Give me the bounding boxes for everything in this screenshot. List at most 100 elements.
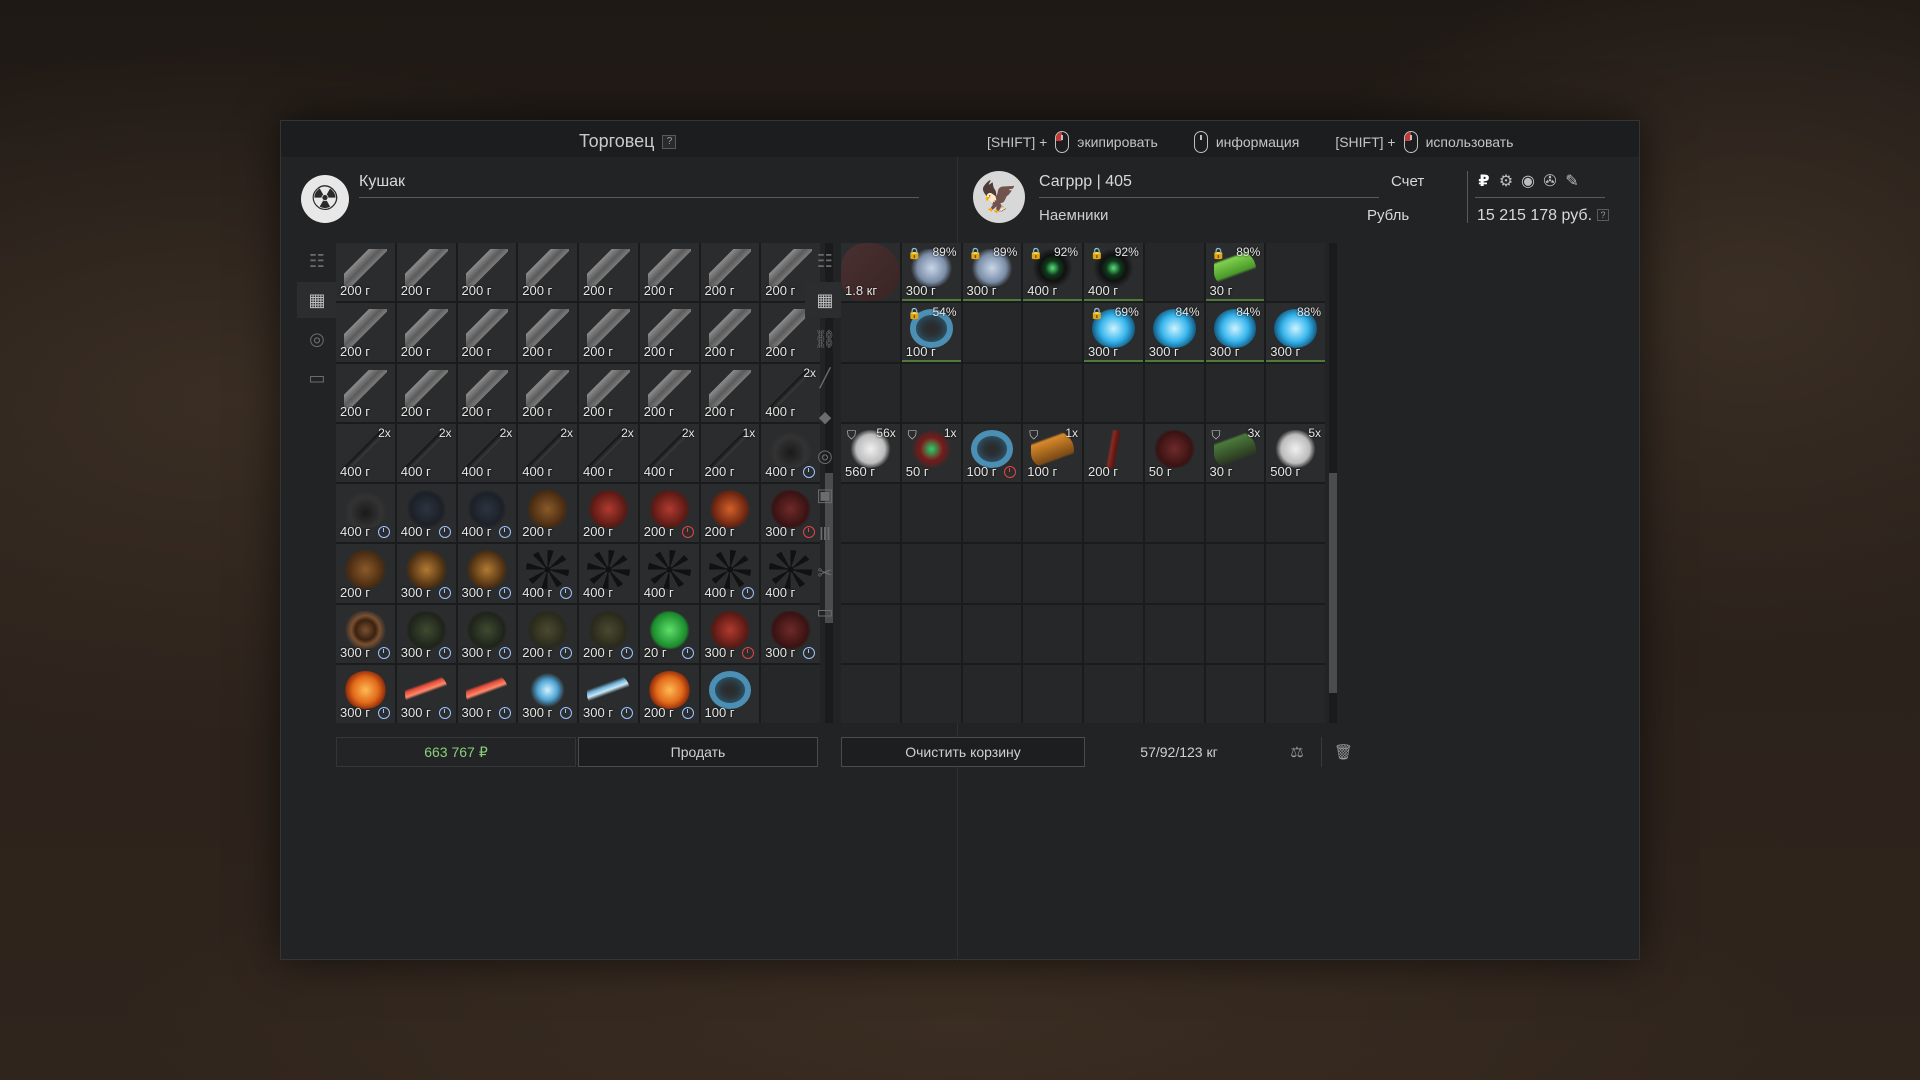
sell-button[interactable]: Продать	[578, 737, 818, 767]
trader-slot[interactable]: 200 г	[639, 664, 699, 723]
trader-slot[interactable]: 200 г	[457, 363, 517, 422]
trader-slot[interactable]: 200 г	[579, 363, 638, 422]
trader-slot[interactable]: 200 г	[579, 243, 638, 302]
trader-slot[interactable]: 300 г	[579, 664, 638, 723]
player-slot[interactable]	[1023, 604, 1082, 663]
trader-slot[interactable]: 200 г	[396, 243, 456, 302]
player-slot[interactable]	[901, 664, 961, 723]
link-icon[interactable]: ⛓	[805, 321, 845, 357]
trader-slot[interactable]: 200 г	[518, 604, 577, 663]
trader-slot[interactable]: 200 г	[396, 303, 456, 362]
trader-slot[interactable]: 400 г 2x	[579, 423, 638, 482]
trader-slot[interactable]: 400 г	[518, 544, 577, 603]
player-slot[interactable]	[1023, 484, 1082, 543]
trader-slot[interactable]	[761, 664, 820, 723]
player-slot[interactable]	[962, 664, 1022, 723]
trader-slot[interactable]: 400 г 2x	[336, 423, 395, 482]
player-slot[interactable]	[1266, 363, 1325, 422]
ammo-icon[interactable]: ⬥	[805, 399, 845, 435]
player-slot[interactable]	[962, 363, 1022, 422]
player-slot[interactable]	[1266, 664, 1325, 723]
trader-slot[interactable]: 300 г	[396, 664, 456, 723]
player-slot[interactable]	[962, 544, 1022, 603]
trader-slot[interactable]: 400 г	[396, 484, 456, 543]
clear-cart-button[interactable]: Очистить корзину	[841, 737, 1085, 767]
player-slot[interactable]	[1084, 664, 1143, 723]
player-slot[interactable]: 30 г 3x ⛉	[1205, 423, 1265, 482]
trader-slot[interactable]: 400 г 2x	[457, 423, 517, 482]
trader-slot[interactable]: 200 г	[700, 484, 760, 543]
player-slot[interactable]	[1266, 544, 1325, 603]
trader-slot[interactable]: 400 г	[639, 544, 699, 603]
player-slot[interactable]	[962, 484, 1022, 543]
trader-slot[interactable]: 200 г	[336, 363, 395, 422]
trader-slot[interactable]: 400 г 2x	[396, 423, 456, 482]
trader-slot[interactable]: 300 г	[457, 604, 517, 663]
player-slot[interactable]	[1205, 604, 1265, 663]
trash-icon[interactable]: 🗑	[1321, 737, 1365, 767]
trader-slot[interactable]: 300 г	[700, 604, 760, 663]
grid-icon[interactable]: ▦	[297, 282, 337, 318]
player-slot[interactable]	[901, 363, 961, 422]
trader-slot[interactable]: 400 г	[700, 544, 760, 603]
player-slot[interactable]: 300 г 88%	[1266, 303, 1325, 362]
player-slot[interactable]: 300 г 89% 🔒	[901, 243, 961, 302]
player-slot[interactable]	[901, 544, 961, 603]
trader-slot[interactable]: 200 г	[396, 363, 456, 422]
player-slot[interactable]	[841, 363, 900, 422]
bars-icon[interactable]: Ⅲ	[805, 516, 845, 552]
medkit-icon[interactable]: ▣	[805, 477, 845, 513]
coin-currency-icon[interactable]: ◉	[1519, 171, 1537, 191]
box-icon[interactable]: ▭	[805, 594, 845, 630]
trader-slot[interactable]: 200 г	[639, 484, 699, 543]
trader-slot[interactable]: 200 г	[457, 243, 517, 302]
can-currency-icon[interactable]: ✇	[1541, 171, 1559, 191]
trader-slot[interactable]: 200 г	[518, 484, 577, 543]
trader-slot[interactable]: 400 г 2x	[639, 423, 699, 482]
trader-slot[interactable]: 300 г	[396, 604, 456, 663]
player-scroll-thumb[interactable]	[1329, 473, 1337, 693]
trader-slot[interactable]: 200 г	[518, 363, 577, 422]
trader-slot[interactable]: 200 г	[579, 604, 638, 663]
grid-icon[interactable]: ▦	[805, 282, 845, 318]
trader-slot[interactable]: 300 г	[457, 544, 517, 603]
player-slot[interactable]	[1084, 604, 1143, 663]
player-scrollbar[interactable]	[1329, 243, 1337, 723]
artifact-icon[interactable]: ◎	[805, 438, 845, 474]
player-slot[interactable]: 300 г 89% 🔒	[962, 243, 1022, 302]
player-slot[interactable]	[1144, 243, 1204, 302]
trader-slot[interactable]: 200 г	[518, 243, 577, 302]
sort-icon[interactable]: ☷	[805, 243, 845, 279]
player-slot[interactable]: 1.8 кг	[841, 243, 900, 302]
player-slot[interactable]	[841, 604, 900, 663]
player-slot[interactable]	[1144, 664, 1204, 723]
trader-slot[interactable]: 200 г	[336, 243, 395, 302]
trader-slot[interactable]: 300 г	[457, 664, 517, 723]
player-slot[interactable]: 50 г	[1144, 423, 1204, 482]
trader-slot[interactable]: 400 г 2x	[518, 423, 577, 482]
note-currency-icon[interactable]: ✎	[1563, 171, 1581, 191]
player-slot[interactable]	[1084, 484, 1143, 543]
player-slot[interactable]	[841, 484, 900, 543]
trader-slot[interactable]: 200 г	[639, 363, 699, 422]
trader-slot[interactable]: 200 г	[336, 544, 395, 603]
rifle-icon[interactable]: ╱	[805, 360, 845, 396]
trader-slot[interactable]: 200 г	[700, 243, 760, 302]
player-slot[interactable]	[901, 604, 961, 663]
player-slot[interactable]: 100 г	[962, 423, 1022, 482]
player-slot[interactable]	[1205, 363, 1265, 422]
trader-slot[interactable]: 200 г	[639, 243, 699, 302]
player-slot[interactable]	[1144, 544, 1204, 603]
player-slot[interactable]	[841, 664, 900, 723]
trader-slot[interactable]: 300 г	[336, 604, 395, 663]
trader-slot[interactable]: 100 г	[700, 664, 760, 723]
ruble-icon[interactable]: ₽	[1475, 171, 1493, 191]
player-slot[interactable]: 100 г 54% 🔒	[901, 303, 961, 362]
player-slot[interactable]	[1144, 484, 1204, 543]
player-slot[interactable]	[901, 484, 961, 543]
player-slot[interactable]: 50 г 1x ⛉	[901, 423, 961, 482]
player-slot[interactable]	[1084, 544, 1143, 603]
trader-slot[interactable]: 200 г	[336, 303, 395, 362]
player-slot[interactable]	[841, 303, 900, 362]
trader-slot[interactable]: 200 г	[457, 303, 517, 362]
